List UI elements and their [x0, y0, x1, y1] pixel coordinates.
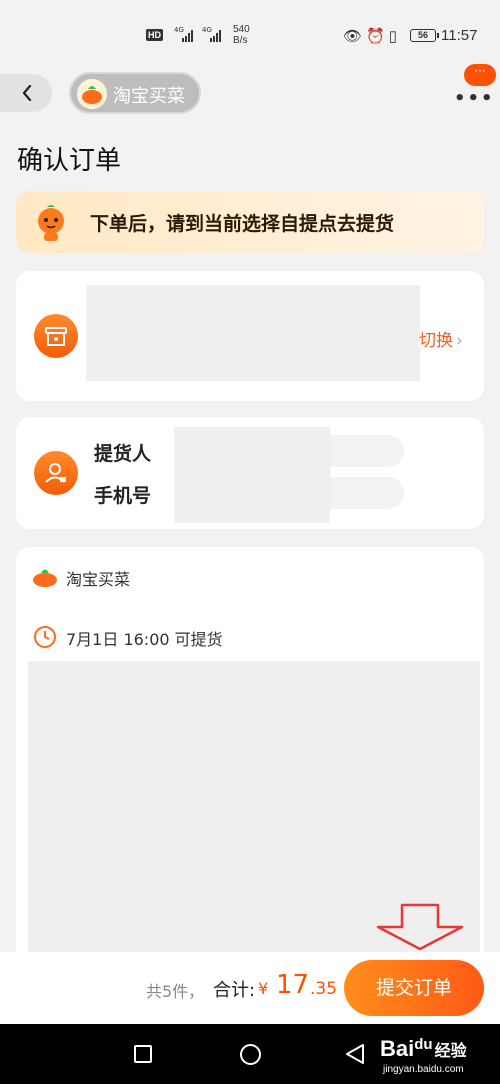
pickup-notice: 下单后，请到当前选择自提点去提货: [16, 191, 484, 253]
checkout-bar: 共5件， 合计: ¥ 17 .35 提交订单: [0, 952, 500, 1024]
watermark-brand-mid: du: [414, 1036, 433, 1053]
baidu-watermark: Baidu 经验 jingyan.baidu.com: [380, 1036, 467, 1075]
total-label: 合计:: [213, 980, 256, 1001]
contact-card: 提货人 手机号: [16, 417, 484, 529]
watermark-url: jingyan.baidu.com: [383, 1064, 464, 1075]
recents-icon[interactable]: [134, 1045, 152, 1063]
eye-alarm-vibrate-icons: 👁⏰▯: [343, 28, 401, 45]
back-button[interactable]: [0, 74, 52, 112]
status-bar: HD 4G 4G 540 B/s 👁⏰▯ 56 11:57: [0, 0, 500, 70]
phone-label: 手机号: [94, 485, 152, 507]
chevron-left-icon: [22, 85, 32, 101]
pickup-store-card[interactable]: 切换 ›: [16, 271, 484, 401]
signal-icon: 4G: [174, 26, 193, 42]
page-title: 确认订单: [17, 146, 122, 176]
back-triangle-icon[interactable]: [345, 1043, 365, 1065]
person-icon: [34, 451, 78, 495]
svg-text:4G: 4G: [174, 26, 184, 34]
total-amount-int: 17: [276, 970, 310, 1000]
carrot-logo-icon: [33, 569, 57, 587]
carrot-logo-icon: [77, 79, 107, 109]
speed-value: 540: [233, 24, 250, 35]
watermark-brand-left: Bai: [380, 1036, 415, 1061]
store-icon: [34, 314, 78, 358]
signal-icon: 4G: [202, 26, 221, 42]
more-button[interactable]: ··· •••: [452, 62, 498, 109]
network-speed: 540 B/s: [233, 24, 250, 46]
home-icon[interactable]: [240, 1044, 261, 1065]
chevron-right-icon: ›: [456, 331, 463, 351]
svg-text:4G: 4G: [202, 26, 212, 34]
battery-icon: 56: [410, 29, 439, 42]
submit-order-button[interactable]: 提交订单: [344, 960, 484, 1016]
annotation-arrow-icon: [376, 903, 464, 951]
currency-symbol: ¥: [258, 979, 269, 998]
system-nav-bar: Baidu 经验 jingyan.baidu.com: [0, 1024, 500, 1084]
notification-badge: ···: [464, 64, 496, 86]
watermark-brand-cn: 经验: [434, 1043, 467, 1060]
pickup-person-label: 提货人: [94, 443, 152, 465]
notice-text: 下单后，请到当前选择自提点去提货: [90, 213, 395, 235]
hd-badge: HD: [146, 29, 163, 41]
pickup-time: 7月1日 16:00 可提货: [66, 630, 223, 649]
speed-unit: B/s: [233, 35, 248, 46]
redacted-store-info: [86, 285, 420, 381]
app-name: 淘宝买菜: [113, 86, 185, 107]
redacted-contact-info: [174, 427, 330, 523]
mascot-icon: [38, 205, 64, 241]
total-amount-dec: .35: [310, 979, 338, 999]
shop-name: 淘宝买菜: [66, 570, 131, 589]
item-count: 共5件，: [146, 982, 205, 1001]
app-pill[interactable]: 淘宝买菜: [69, 72, 201, 114]
clock-time: 11:57: [441, 27, 478, 44]
more-dots-icon: •••: [454, 88, 495, 109]
switch-label: 切换: [419, 331, 453, 351]
clock-icon: [34, 626, 56, 648]
switch-store-link[interactable]: 切换 ›: [419, 326, 463, 351]
